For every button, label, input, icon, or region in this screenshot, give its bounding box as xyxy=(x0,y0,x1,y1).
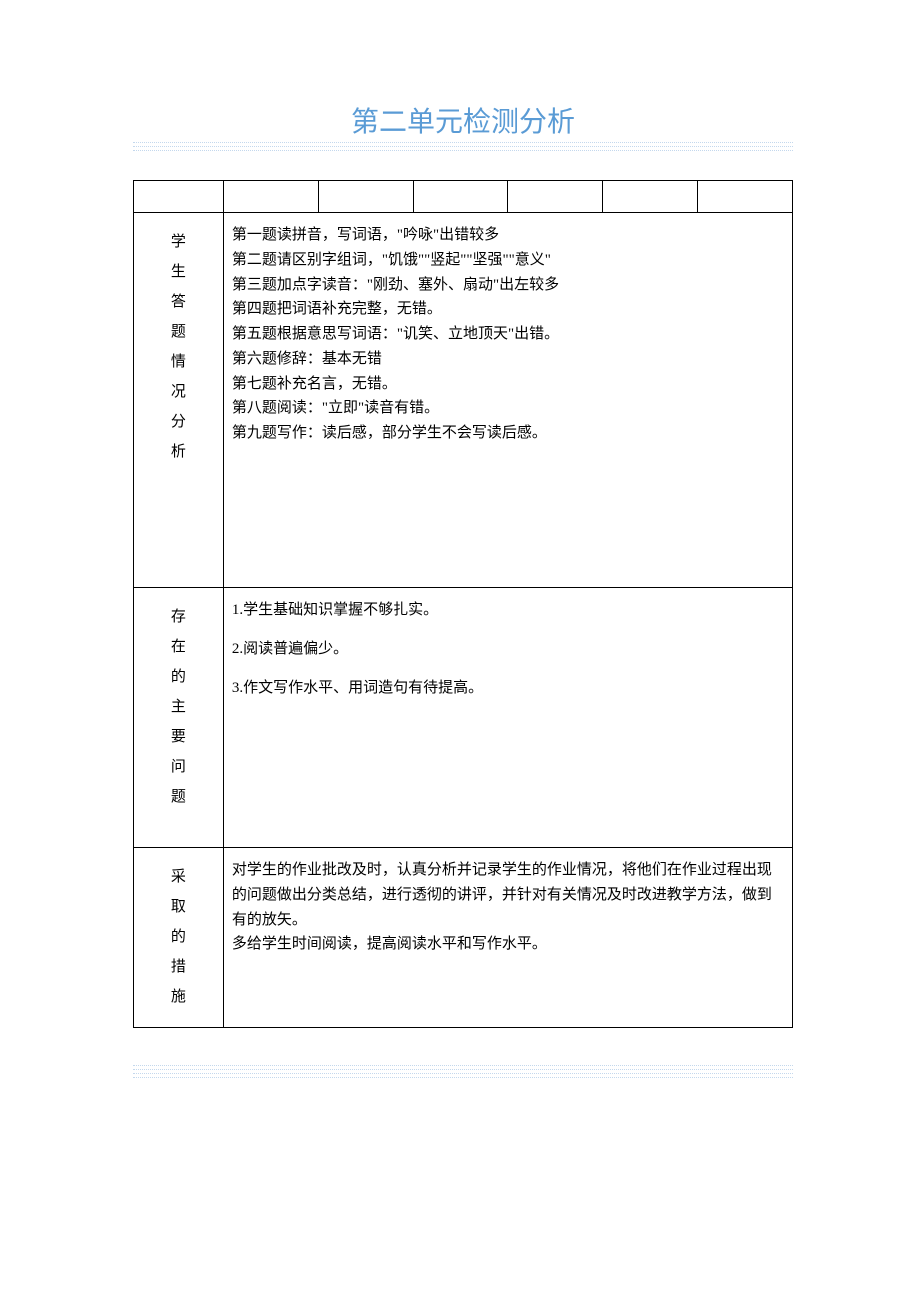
problem-line: 3.作文写作水平、用词造句有待提高。 xyxy=(232,676,784,701)
header-cell xyxy=(223,181,318,213)
divider xyxy=(133,142,793,143)
measure-line: 对学生的作业批改及时，认真分析并记录学生的作业情况，将他们在作业过程出现的问题做… xyxy=(232,858,784,932)
analysis-content: 第一题读拼音，写词语，"吟咏"出错较多 第二题请区别字组词，"饥饿""竖起""坚… xyxy=(223,213,792,588)
divider xyxy=(133,1069,793,1070)
header-cell xyxy=(508,181,603,213)
table-row: 学生答题情况分析 第一题读拼音，写词语，"吟咏"出错较多 第二题请区别字组词，"… xyxy=(134,213,793,588)
table-header-row xyxy=(134,181,793,213)
row-label-analysis: 学生答题情况分析 xyxy=(134,213,224,588)
measures-content: 对学生的作业批改及时，认真分析并记录学生的作业情况，将他们在作业过程出现的问题做… xyxy=(223,848,792,1028)
header-cell xyxy=(413,181,508,213)
analysis-line: 第七题补充名言，无错。 xyxy=(232,372,784,397)
analysis-line: 第六题修辞：基本无错 xyxy=(232,347,784,372)
divider xyxy=(133,1077,793,1078)
header-cell xyxy=(603,181,698,213)
header-cell xyxy=(318,181,413,213)
table-row: 存在的主要问题 1.学生基础知识掌握不够扎实。 2.阅读普遍偏少。 3.作文写作… xyxy=(134,588,793,848)
divider xyxy=(133,146,793,147)
analysis-table: 学生答题情况分析 第一题读拼音，写词语，"吟咏"出错较多 第二题请区别字组词，"… xyxy=(133,180,793,1028)
problem-line: 1.学生基础知识掌握不够扎实。 xyxy=(232,598,784,623)
analysis-line: 第四题把词语补充完整，无错。 xyxy=(232,297,784,322)
table-row: 采取的措施 对学生的作业批改及时，认真分析并记录学生的作业情况，将他们在作业过程… xyxy=(134,848,793,1028)
header-cell xyxy=(134,181,224,213)
analysis-line: 第五题根据意思写词语："讥笑、立地顶天"出错。 xyxy=(232,322,784,347)
problems-content: 1.学生基础知识掌握不够扎实。 2.阅读普遍偏少。 3.作文写作水平、用词造句有… xyxy=(223,588,792,848)
label-text: 采取的措施 xyxy=(171,862,186,1012)
row-label-measures: 采取的措施 xyxy=(134,848,224,1028)
analysis-line: 第八题阅读："立即"读音有错。 xyxy=(232,396,784,421)
label-text: 学生答题情况分析 xyxy=(171,227,186,467)
row-label-problems: 存在的主要问题 xyxy=(134,588,224,848)
header-cell xyxy=(698,181,793,213)
analysis-line: 第九题写作：读后感，部分学生不会写读后感。 xyxy=(232,421,784,446)
page-title: 第二单元检测分析 xyxy=(133,0,793,148)
bottom-divider xyxy=(133,1065,793,1078)
analysis-line: 第三题加点字读音："刚劲、塞外、扇动"出左较多 xyxy=(232,273,784,298)
divider xyxy=(133,1065,793,1066)
label-text: 存在的主要问题 xyxy=(171,602,186,812)
measure-line: 多给学生时间阅读，提高阅读水平和写作水平。 xyxy=(232,932,784,957)
analysis-line: 第一题读拼音，写词语，"吟咏"出错较多 xyxy=(232,223,784,248)
analysis-line: 第二题请区别字组词，"饥饿""竖起""坚强""意义" xyxy=(232,248,784,273)
problem-line: 2.阅读普遍偏少。 xyxy=(232,637,784,662)
divider xyxy=(133,150,793,151)
divider xyxy=(133,1073,793,1074)
